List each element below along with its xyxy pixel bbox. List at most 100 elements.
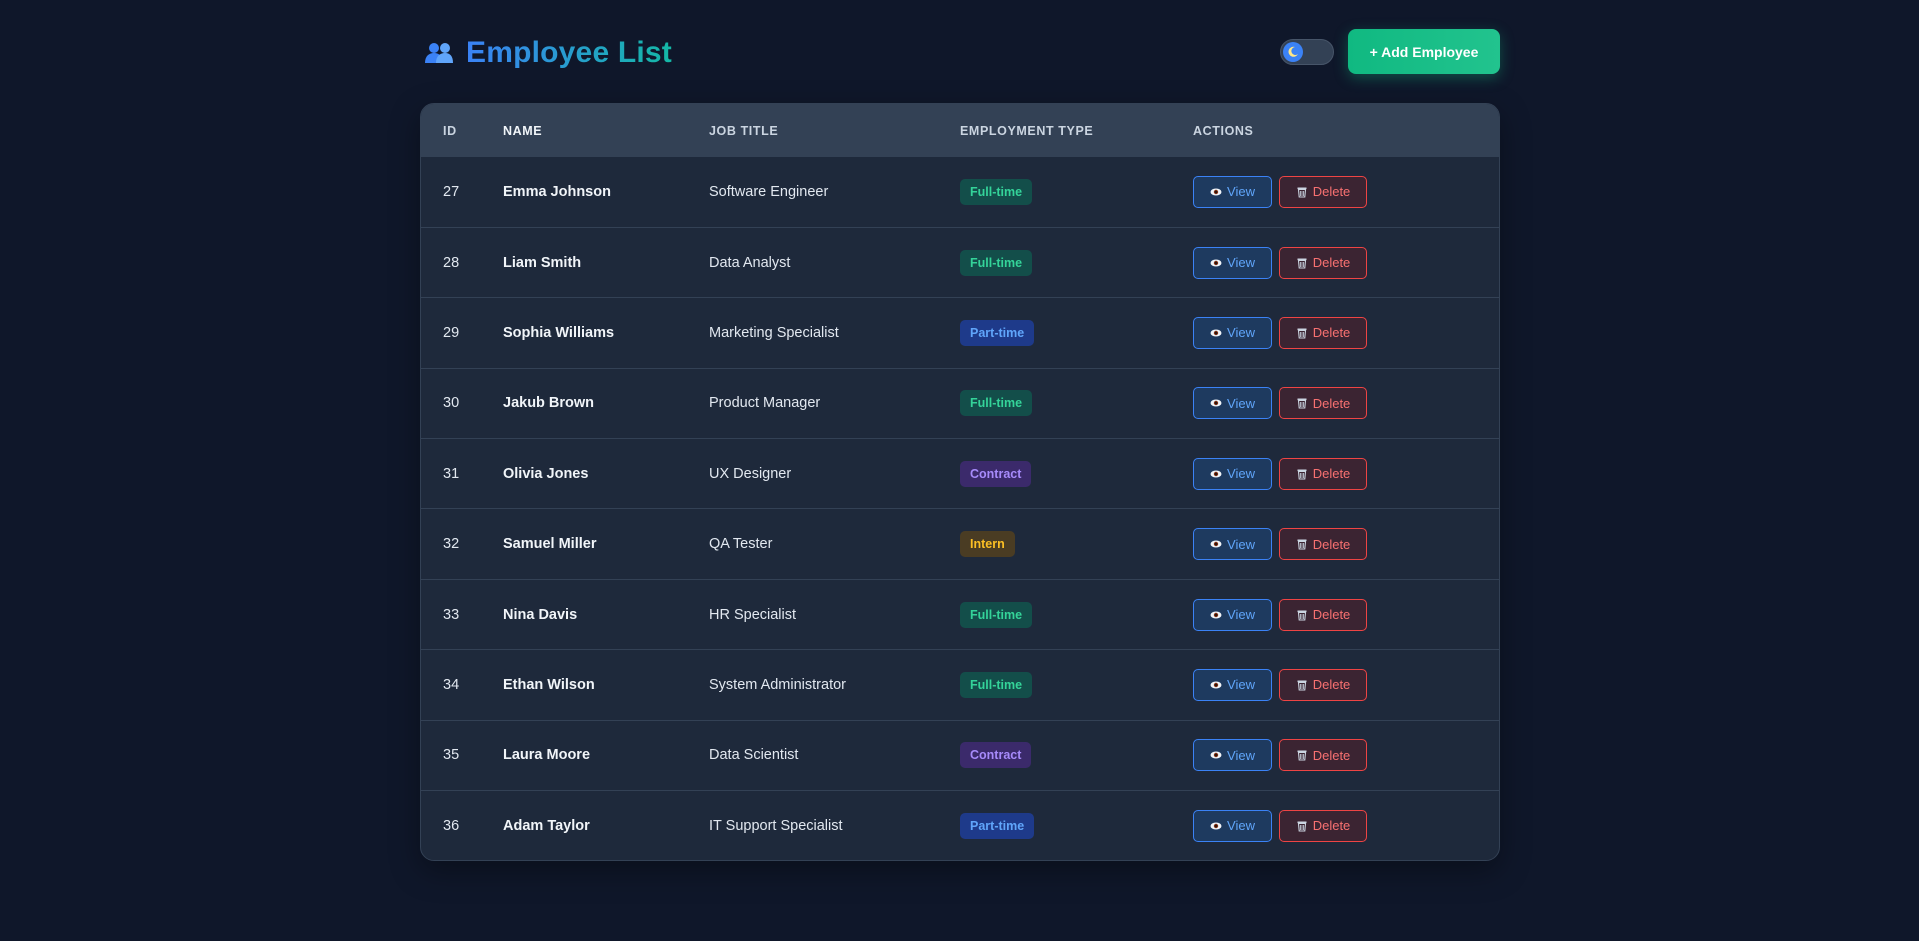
eye-icon xyxy=(1210,257,1222,269)
moon-icon xyxy=(1283,42,1303,62)
trash-icon xyxy=(1296,397,1308,409)
cell-employment-type: Intern xyxy=(960,509,1193,579)
view-button-label: View xyxy=(1227,677,1255,693)
delete-button[interactable]: Delete xyxy=(1279,387,1367,420)
cell-employment-type: Contract xyxy=(960,720,1193,790)
delete-button[interactable]: Delete xyxy=(1279,809,1367,842)
view-button[interactable]: View xyxy=(1193,528,1272,561)
cell-employment-type: Full-time xyxy=(960,368,1193,438)
cell-id: 32 xyxy=(443,536,460,553)
delete-button-label: Delete xyxy=(1312,677,1351,693)
view-button-label: View xyxy=(1227,747,1255,763)
theme-toggle[interactable] xyxy=(1280,39,1334,65)
trash-icon xyxy=(1296,609,1308,621)
row-actions: View Delete xyxy=(1193,246,1499,279)
eye-icon xyxy=(1210,538,1222,550)
delete-button[interactable]: Delete xyxy=(1279,598,1367,631)
trash-icon xyxy=(1296,327,1308,339)
trash-icon xyxy=(1296,820,1308,832)
table-row: 28 Liam Smith Data Analyst Full-time Vie… xyxy=(421,227,1499,297)
table-row: 30 Jakub Brown Product Manager Full-time… xyxy=(421,368,1499,438)
view-button[interactable]: View xyxy=(1193,457,1272,490)
cell-actions: View Delete xyxy=(1193,509,1499,579)
cell-actions: View Delete xyxy=(1193,298,1499,368)
table-row: 29 Sophia Williams Marketing Specialist … xyxy=(421,297,1499,368)
view-button-label: View xyxy=(1227,466,1255,482)
trash-icon xyxy=(1296,749,1308,761)
row-actions: View Delete xyxy=(1193,316,1499,349)
cell-actions: View Delete xyxy=(1193,368,1499,438)
employee-table: ID NAME JOB TITLE EMPLOYMENT TYPE ACTION… xyxy=(421,104,1499,860)
cell-actions: View Delete xyxy=(1193,157,1499,227)
view-button[interactable]: View xyxy=(1193,387,1272,420)
eye-icon xyxy=(1210,820,1222,832)
eye-icon xyxy=(1210,749,1222,761)
table-row: 34 Ethan Wilson System Administrator Ful… xyxy=(421,649,1499,720)
view-button-label: View xyxy=(1227,325,1255,341)
delete-button[interactable]: Delete xyxy=(1279,316,1367,349)
view-button[interactable]: View xyxy=(1193,598,1272,631)
table-row: 33 Nina Davis HR Specialist Full-time Vi… xyxy=(421,579,1499,649)
cell-employment-type: Contract xyxy=(960,439,1193,509)
cell-id: 33 xyxy=(443,606,460,623)
delete-button[interactable]: Delete xyxy=(1279,457,1367,490)
cell-name: Olivia Jones xyxy=(503,465,589,482)
table-row: 35 Laura Moore Data Scientist Contract V… xyxy=(421,720,1499,790)
delete-button[interactable]: Delete xyxy=(1279,246,1367,279)
cell-id: 34 xyxy=(443,676,460,693)
delete-button[interactable]: Delete xyxy=(1279,739,1367,772)
cell-job-title: QA Tester xyxy=(709,536,773,553)
cell-employment-type: Part-time xyxy=(960,298,1193,368)
page-header: Employee List + Add Employee xyxy=(420,0,1500,104)
table-row: 36 Adam Taylor IT Support Specialist Par… xyxy=(421,790,1499,860)
employment-type-badge: Part-time xyxy=(960,319,1035,346)
cell-id: 31 xyxy=(443,465,460,482)
employment-type-badge: Contract xyxy=(960,742,1032,769)
cell-job-title: HR Specialist xyxy=(709,606,797,623)
page-title: Employee List xyxy=(466,36,672,69)
row-actions: View Delete xyxy=(1193,739,1499,772)
delete-button-label: Delete xyxy=(1312,325,1351,341)
eye-icon xyxy=(1210,327,1222,339)
eye-icon xyxy=(1210,468,1222,480)
view-button[interactable]: View xyxy=(1193,668,1272,701)
delete-button[interactable]: Delete xyxy=(1279,668,1367,701)
cell-name: Ethan Wilson xyxy=(503,676,595,693)
cell-actions: View Delete xyxy=(1193,720,1499,790)
delete-button[interactable]: Delete xyxy=(1279,528,1367,561)
view-button[interactable]: View xyxy=(1193,246,1272,279)
view-button[interactable]: View xyxy=(1193,316,1272,349)
cell-name: Sophia Williams xyxy=(503,324,615,341)
cell-id: 35 xyxy=(443,747,460,764)
delete-button-label: Delete xyxy=(1312,818,1351,834)
add-employee-button[interactable]: + Add Employee xyxy=(1348,29,1500,74)
cell-job-title: Data Scientist xyxy=(709,747,799,764)
trash-icon xyxy=(1296,257,1308,269)
cell-actions: View Delete xyxy=(1193,791,1499,860)
cell-name: Samuel Miller xyxy=(503,536,597,553)
cell-job-title: Software Engineer xyxy=(709,183,829,200)
cell-actions: View Delete xyxy=(1193,227,1499,297)
cell-job-title: Data Analyst xyxy=(709,254,791,271)
view-button[interactable]: View xyxy=(1193,175,1272,208)
delete-button-label: Delete xyxy=(1312,466,1351,482)
users-icon xyxy=(424,41,454,65)
view-button[interactable]: View xyxy=(1193,739,1272,772)
view-button[interactable]: View xyxy=(1193,809,1272,842)
row-actions: View Delete xyxy=(1193,668,1499,701)
employment-type-badge: Full-time xyxy=(960,601,1033,628)
delete-button-label: Delete xyxy=(1312,607,1351,623)
cell-id: 28 xyxy=(443,254,460,271)
view-button-label: View xyxy=(1227,818,1255,834)
cell-job-title: System Administrator xyxy=(709,676,846,693)
row-actions: View Delete xyxy=(1193,457,1499,490)
cell-name: Adam Taylor xyxy=(503,817,590,834)
column-header-actions: ACTIONS xyxy=(1193,123,1254,138)
view-button-label: View xyxy=(1227,255,1255,271)
delete-button[interactable]: Delete xyxy=(1279,175,1367,208)
cell-job-title: Marketing Specialist xyxy=(709,324,839,341)
delete-button-label: Delete xyxy=(1312,255,1351,271)
eye-icon xyxy=(1210,609,1222,621)
table-row: 31 Olivia Jones UX Designer Contract Vie… xyxy=(421,438,1499,509)
view-button-label: View xyxy=(1227,607,1255,623)
